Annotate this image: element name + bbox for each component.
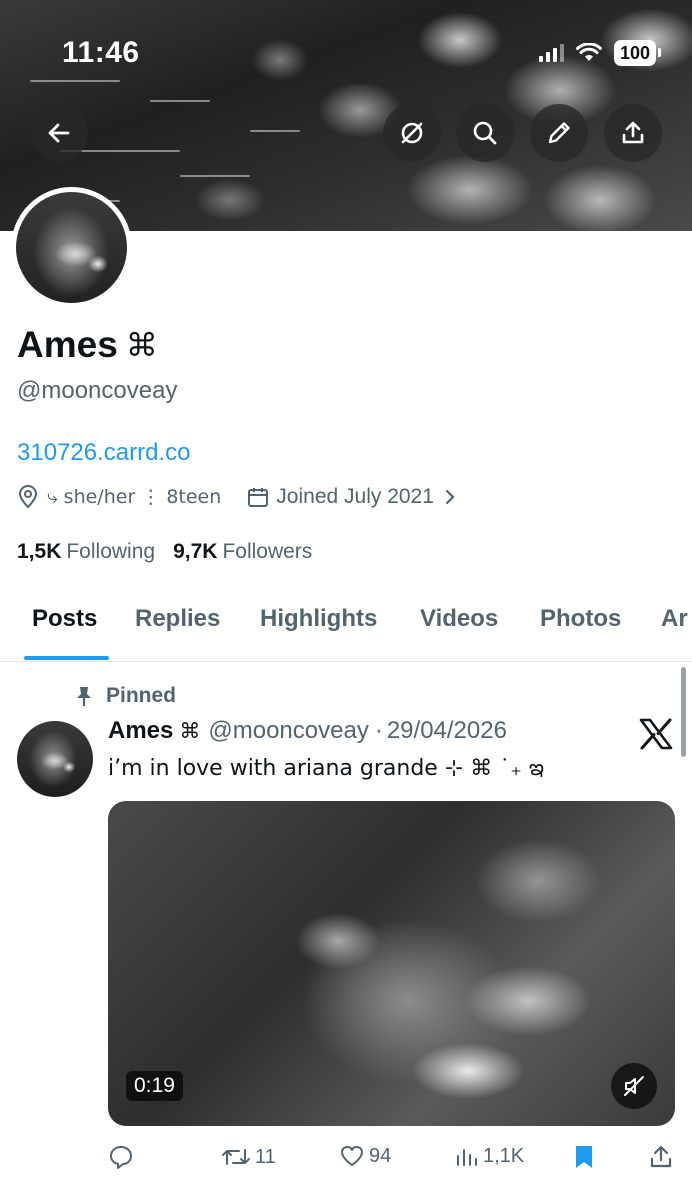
scrollbar[interactable]	[681, 667, 686, 757]
share-icon	[650, 1145, 672, 1168]
retweet-button[interactable]: 11	[221, 1144, 276, 1170]
video-duration: 0:19	[126, 1071, 183, 1101]
wifi-icon	[575, 43, 602, 61]
post-separator: ·	[374, 717, 383, 744]
views-button[interactable]: 1,1K	[455, 1144, 524, 1168]
bookmark-button[interactable]	[573, 1144, 595, 1170]
active-tab-indicator	[24, 656, 109, 660]
pinned-label: Pinned	[74, 684, 176, 708]
post-author-name[interactable]: Ames	[108, 717, 173, 745]
profile-meta: ⤷ she/her ⋮ 8teen Joined July 2021	[17, 485, 458, 509]
retweet-icon	[222, 1149, 250, 1165]
reply-button[interactable]	[108, 1144, 134, 1170]
followers-count: 9,7K	[173, 540, 218, 563]
like-count: 94	[369, 1144, 392, 1167]
post-author-handle: @mooncoveay	[208, 717, 369, 744]
tab-highlights[interactable]: Highlights	[260, 605, 377, 633]
location-pin-icon	[18, 485, 38, 509]
pencil-icon	[548, 122, 570, 144]
following-count: 1,5K	[17, 540, 62, 563]
profile-website-link[interactable]: 310726.carrd.co	[17, 439, 190, 467]
chevron-right-icon[interactable]	[442, 488, 458, 506]
profile-joined-date: Joined July 2021	[276, 485, 434, 508]
grok-button[interactable]	[383, 104, 441, 162]
profile-location: ⤷ she/her ⋮ 8teen	[47, 486, 222, 508]
x-logo-icon[interactable]	[639, 718, 673, 750]
retweet-count: 11	[255, 1145, 276, 1168]
followers-link[interactable]: 9,7K Followers	[173, 540, 312, 564]
like-button[interactable]: 94	[339, 1144, 391, 1168]
search-button[interactable]	[456, 104, 514, 162]
tab-videos[interactable]: Videos	[420, 605, 498, 633]
speaker-muted-icon	[624, 1076, 644, 1096]
cellular-signal-icon	[538, 44, 564, 62]
following-label: Following	[66, 540, 156, 563]
share-icon	[622, 121, 644, 144]
post-author-avatar[interactable]	[17, 721, 93, 797]
followers-label: Followers	[222, 540, 313, 563]
tab-replies[interactable]: Replies	[135, 605, 220, 633]
status-icons: 100	[538, 40, 662, 66]
views-count: 1,1K	[483, 1144, 525, 1167]
bookmark-icon	[576, 1146, 592, 1168]
post-header: Ames ⌘ @mooncoveay · 29/04/2026	[108, 717, 507, 745]
mute-button[interactable]	[611, 1063, 657, 1109]
tab-articles[interactable]: Ar	[661, 605, 688, 633]
post-date: 29/04/2026	[386, 717, 507, 744]
back-arrow-icon	[48, 123, 70, 143]
grok-icon	[401, 122, 423, 144]
profile-avatar[interactable]	[11, 187, 132, 308]
profile-display-name: Ames ⌘	[17, 324, 158, 366]
post-share-button[interactable]	[649, 1144, 673, 1170]
profile-handle: @mooncoveay	[17, 377, 178, 404]
tab-posts[interactable]: Posts	[32, 605, 97, 633]
profile-tabs: Posts Replies Highlights Videos Photos A…	[0, 600, 692, 662]
reply-icon	[110, 1146, 132, 1169]
battery-indicator: 100	[613, 40, 662, 66]
pinned-text: Pinned	[106, 684, 177, 707]
pin-icon	[77, 687, 91, 706]
name-emoji: ⌘	[125, 326, 158, 364]
share-button[interactable]	[604, 104, 662, 162]
heart-icon	[341, 1146, 363, 1166]
follow-stats: 1,5K Following 9,7K Followers	[17, 540, 312, 564]
back-button[interactable]	[30, 104, 88, 162]
post-text: i’m in love with ariana grande ⊹ ⌘ ˙₊ ఇ	[108, 756, 545, 781]
search-icon	[473, 121, 497, 145]
following-link[interactable]: 1,5K Following	[17, 540, 155, 564]
post-actions: 11 94 1,1K	[0, 1142, 692, 1176]
calendar-icon	[248, 488, 269, 507]
post-video[interactable]: 0:19	[108, 801, 675, 1126]
views-chart-icon	[457, 1149, 477, 1166]
display-name-text: Ames	[17, 324, 118, 365]
status-time: 11:46	[62, 36, 140, 69]
post-author-emoji: ⌘	[179, 719, 201, 743]
edit-button[interactable]	[530, 104, 588, 162]
tab-photos[interactable]: Photos	[540, 605, 621, 633]
